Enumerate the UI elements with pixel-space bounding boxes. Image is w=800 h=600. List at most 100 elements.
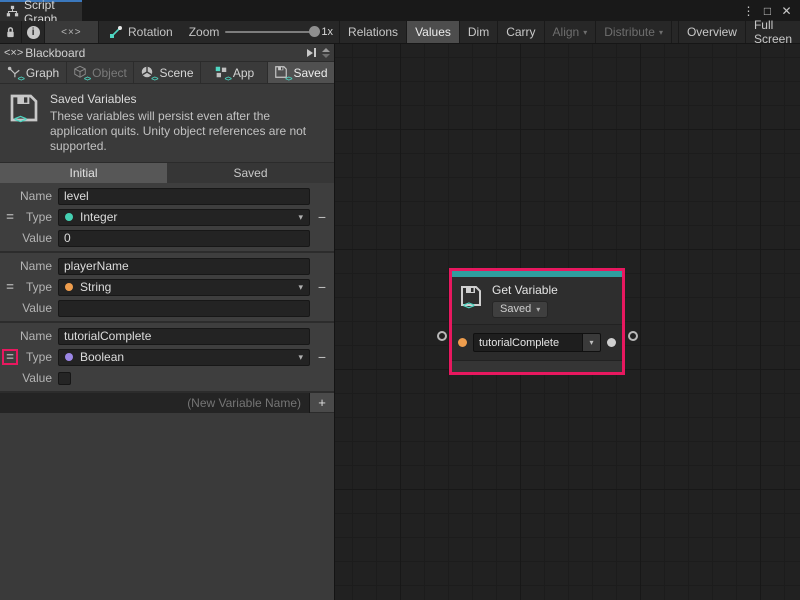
name-label: Name (20, 329, 58, 343)
main-area: <×> Blackboard <> Graph <> (0, 44, 800, 600)
floppy-disk-icon: <> (8, 92, 40, 124)
node-header: <> Get Variable Saved ▾ (452, 277, 622, 324)
remove-variable-button[interactable]: − (318, 279, 326, 295)
variable-scope-button[interactable]: Saved ▾ (492, 301, 548, 318)
relations-button[interactable]: Relations (339, 21, 407, 43)
graph-canvas[interactable]: <> Get Variable Saved ▾ tutorialComplete (335, 44, 800, 600)
variable-name-field: tutorialComplete ▾ (473, 333, 601, 352)
rotation-label: Rotation (128, 25, 173, 39)
dim-button[interactable]: Dim (460, 21, 498, 43)
script-graph-window: Script Graph ⋮ □ ✕ i <×> Rotation (0, 0, 800, 600)
rotation-control[interactable]: Rotation (99, 21, 183, 43)
variable-name-input[interactable] (58, 188, 310, 205)
variable-value-input[interactable] (58, 300, 310, 317)
chevron-down-icon: ▾ (583, 28, 587, 37)
value-output-port[interactable] (607, 338, 616, 347)
type-color-dot (65, 213, 73, 221)
dock-icon[interactable] (307, 48, 316, 57)
zoom-slider-handle[interactable] (309, 26, 320, 37)
get-variable-node[interactable]: <> Get Variable Saved ▾ tutorialComplete (449, 268, 625, 375)
variable-value-input[interactable] (58, 230, 310, 247)
carry-button[interactable]: Carry (498, 21, 544, 43)
chevron-down-icon: ▾ (659, 28, 663, 37)
type-label: Type (20, 350, 58, 364)
tab-graph[interactable]: <> Graph (0, 62, 66, 83)
align-button[interactable]: Align ▾ (545, 21, 597, 43)
values-button[interactable]: Values (407, 21, 460, 43)
lock-button[interactable] (0, 21, 22, 43)
distribute-button[interactable]: Distribute ▾ (596, 21, 672, 43)
variable-row: Name = Type Boolean ▾ (0, 323, 334, 393)
floppy-disk-icon: <> (459, 284, 483, 308)
node-title: Get Variable (492, 283, 558, 297)
blackboard-header: <×> Blackboard (0, 44, 334, 62)
variable-type-dropdown[interactable]: String ▾ (58, 279, 310, 296)
chevron-down-icon: ▾ (298, 212, 303, 223)
graph-tab-icon (6, 5, 19, 18)
variable-type-dropdown[interactable]: Integer ▾ (58, 209, 310, 226)
zoom-slider[interactable] (225, 31, 315, 33)
title-bar: Script Graph ⋮ □ ✕ (0, 0, 800, 21)
window-menu-icon[interactable]: ⋮ (741, 4, 756, 18)
new-variable-row: + (0, 393, 334, 413)
spinner-up-icon (322, 48, 330, 52)
info-icon: i (27, 26, 40, 39)
tab-object[interactable]: <> Object (67, 62, 133, 83)
type-label: Type (20, 210, 58, 224)
chevron-down-icon: ▾ (536, 305, 540, 314)
right-connection-port[interactable] (628, 331, 638, 341)
remove-variable-button[interactable]: − (318, 349, 326, 365)
value-label: Value (20, 231, 58, 245)
tab-app[interactable]: <> App (201, 62, 267, 83)
type-color-dot (65, 283, 73, 291)
zoom-label: Zoom (189, 25, 220, 39)
node-port-row: tutorialComplete ▾ (452, 324, 622, 361)
spinner-down-icon (322, 54, 330, 58)
object-variables-icon: <> (73, 65, 88, 80)
variable-name-input[interactable] (58, 328, 310, 345)
info-description: These variables will persist even after … (50, 109, 324, 154)
drag-handle[interactable]: = (6, 282, 14, 292)
maximize-icon[interactable]: □ (760, 4, 775, 18)
panel-spinner[interactable] (322, 48, 330, 58)
variable-name-port[interactable] (458, 338, 467, 347)
variable-name-value[interactable]: tutorialComplete (473, 333, 583, 352)
drag-handle[interactable]: = (6, 212, 14, 222)
add-variable-button[interactable]: + (310, 393, 334, 412)
toolbar-right-group: Relations Values Dim Carry Align ▾ Distr… (339, 21, 800, 43)
chevron-down-icon: ▾ (298, 352, 303, 363)
overview-button[interactable]: Overview (678, 21, 746, 43)
type-label: Type (20, 280, 58, 294)
variable-list: Name = Type Integer ▾ (0, 183, 334, 413)
node-footer (452, 361, 622, 372)
initial-saved-subtabs: Initial Saved (0, 163, 334, 183)
variable-value-checkbox[interactable] (58, 372, 71, 385)
unit-button[interactable]: <×> (45, 21, 99, 43)
close-icon[interactable]: ✕ (779, 4, 794, 18)
remove-variable-button[interactable]: − (318, 209, 326, 225)
value-label: Value (20, 371, 58, 385)
tab-script-graph[interactable]: Script Graph (0, 0, 82, 21)
scene-variables-icon: <> (140, 65, 155, 80)
full-screen-button[interactable]: Full Screen (746, 21, 800, 43)
name-label: Name (20, 259, 58, 273)
drag-handle-highlighted[interactable]: = (2, 349, 18, 365)
subtab-initial[interactable]: Initial (0, 163, 167, 183)
variable-type-dropdown[interactable]: Boolean ▾ (58, 349, 310, 366)
chevron-down-icon: ▾ (589, 338, 593, 347)
variable-picker-button[interactable]: ▾ (583, 333, 601, 352)
subtab-saved[interactable]: Saved (167, 163, 334, 183)
tab-saved[interactable]: <> Saved (268, 62, 334, 83)
lock-icon (5, 26, 16, 39)
info-button[interactable]: i (22, 21, 44, 43)
tab-scene[interactable]: <> Scene (134, 62, 200, 83)
chevron-down-icon: ▾ (298, 282, 303, 293)
value-label: Value (20, 301, 58, 315)
blackboard-panel: <×> Blackboard <> Graph <> (0, 44, 335, 600)
new-variable-input[interactable] (0, 393, 310, 413)
variable-row: Name = Type String ▾ (0, 253, 334, 323)
rotation-icon (109, 25, 123, 39)
variable-name-input[interactable] (58, 258, 310, 275)
left-connection-port[interactable] (437, 331, 447, 341)
blackboard-title: Blackboard (25, 46, 85, 60)
